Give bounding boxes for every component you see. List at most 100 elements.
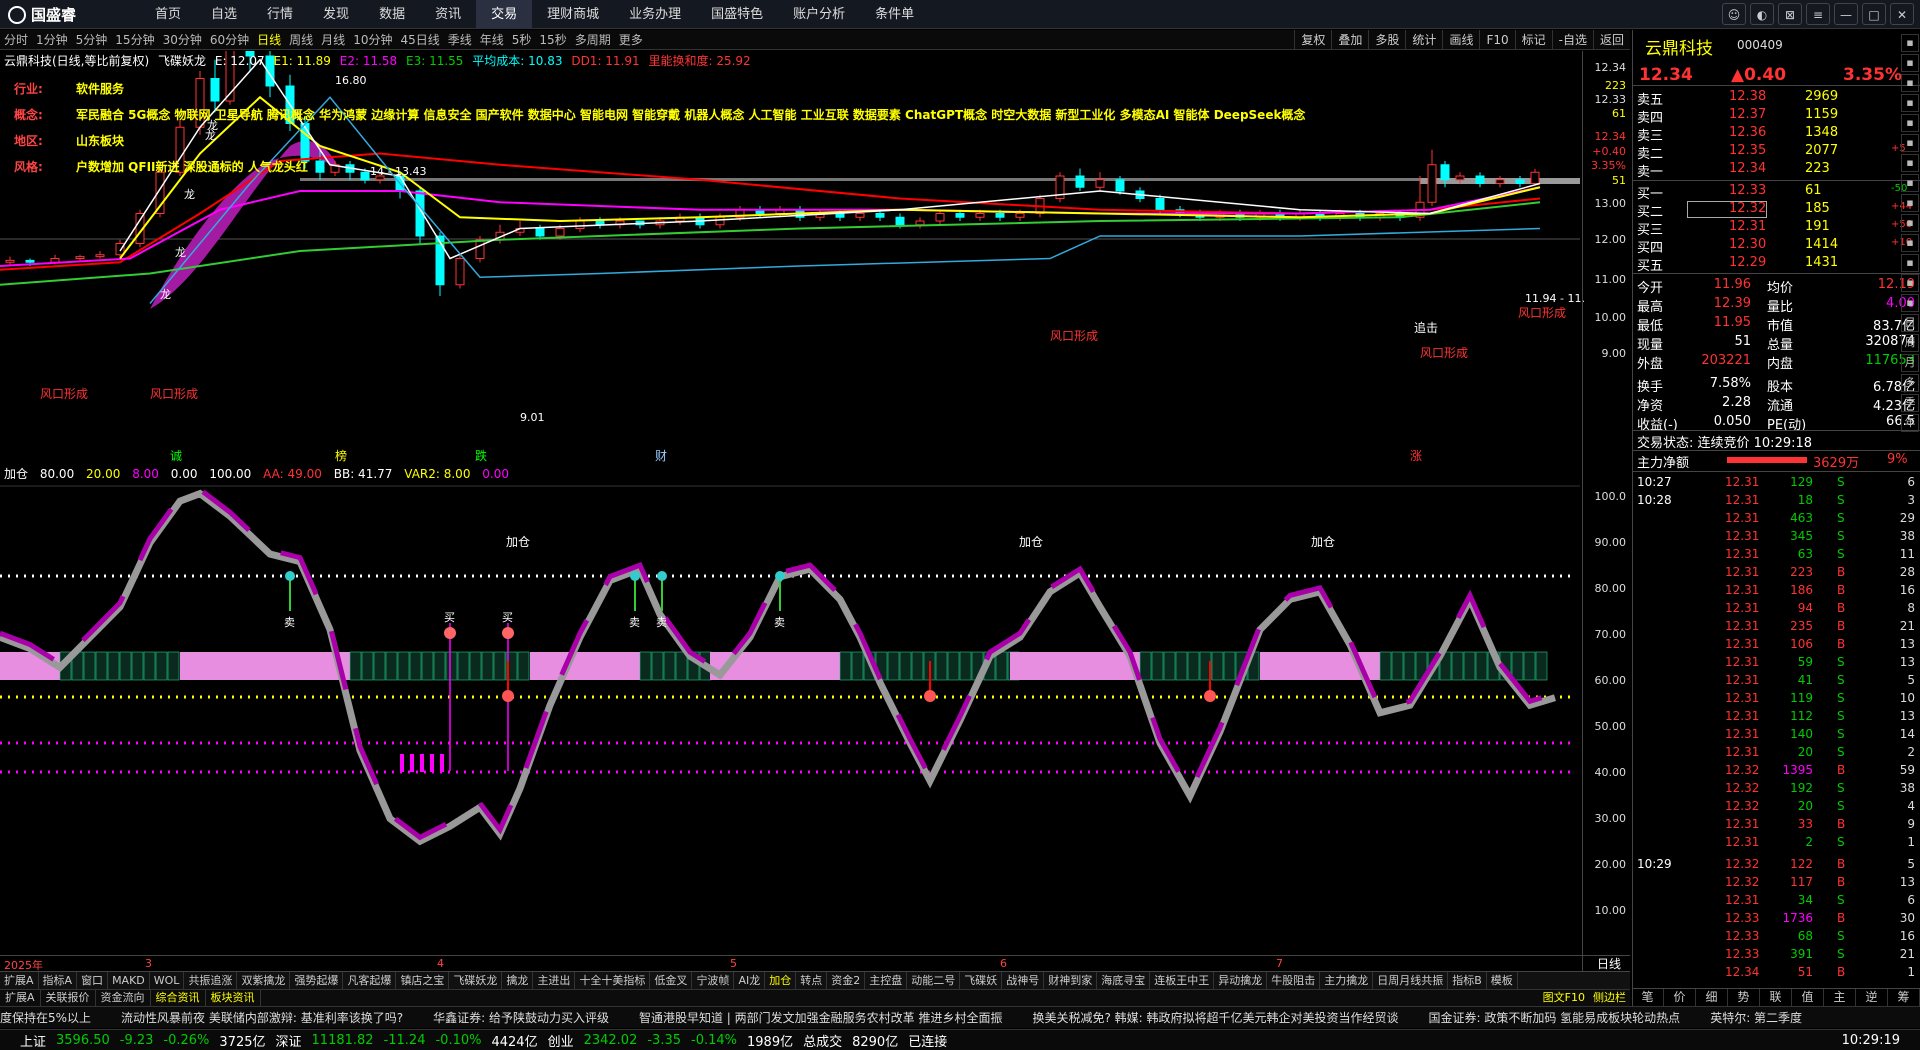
- indicator-tab[interactable]: WOL: [150, 972, 185, 989]
- indicator-tab[interactable]: 凡客起爆: [343, 972, 397, 989]
- menu-item[interactable]: 业务办理: [614, 0, 696, 29]
- close-icon[interactable]: ✕: [1890, 3, 1914, 25]
- order-book-row[interactable]: 卖三 12.36 1348: [1633, 124, 1920, 144]
- grid-icon[interactable]: ▪: [1901, 74, 1919, 92]
- panel-tab[interactable]: 笔: [1632, 989, 1664, 1006]
- period-button[interactable]: 1分钟: [32, 31, 72, 48]
- indicator-tab[interactable]: 共振追涨: [184, 972, 238, 989]
- indicator-tab[interactable]: 牛股阻击: [1267, 972, 1321, 989]
- menu-icon[interactable]: ≡: [1806, 3, 1830, 25]
- eye-icon[interactable]: ▪: [1901, 214, 1919, 232]
- info-tab[interactable]: 综合资讯: [151, 990, 206, 1006]
- indicator-tab[interactable]: 日周月线共振: [1373, 972, 1449, 989]
- news-item[interactable]: 智通港股早知道 | 两部门发文加强金融服务农村改革 推进乡村全面振: [639, 1009, 1003, 1026]
- order-book-row[interactable]: 买三 12.31 191 +56: [1633, 218, 1920, 238]
- indicator-tab[interactable]: 连板王中王: [1150, 972, 1215, 989]
- indicator-name[interactable]: 飞碟妖龙: [158, 54, 206, 68]
- info-tab[interactable]: 资金流向: [96, 990, 151, 1006]
- period-button[interactable]: 周线: [285, 31, 317, 48]
- info-tab[interactable]: 扩展A: [0, 990, 41, 1006]
- order-book-row[interactable]: 卖一 12.34 223: [1633, 160, 1920, 180]
- skin-icon[interactable]: ◐: [1750, 3, 1774, 25]
- side-period-button[interactable]: 季: [1901, 394, 1919, 412]
- star-icon[interactable]: ▪: [1901, 54, 1919, 72]
- indicator-tab[interactable]: 财神到家: [1044, 972, 1098, 989]
- vol-icon[interactable]: ▪: [1901, 294, 1919, 312]
- bottom-right-tab[interactable]: 图文F10: [1539, 990, 1589, 1006]
- indicator-tab[interactable]: 海底寻宝: [1097, 972, 1151, 989]
- menu-item[interactable]: 账户分析: [778, 0, 860, 29]
- news-item[interactable]: 英特尔: 第二季度: [1710, 1009, 1802, 1026]
- user-icon[interactable]: ▪: [1901, 174, 1919, 192]
- bell-icon[interactable]: ▪: [1901, 154, 1919, 172]
- indicator-tab[interactable]: 转点: [796, 972, 828, 989]
- period-button[interactable]: 月线: [317, 31, 349, 48]
- news-item[interactable]: 国金证券: 政策不断加码 氢能易成板块轮动热点: [1429, 1009, 1681, 1026]
- period-button[interactable]: 5分钟: [72, 31, 112, 48]
- indicator-tab[interactable]: 资金2: [827, 972, 866, 989]
- period-button[interactable]: 45日线: [396, 31, 443, 48]
- rsi-icon[interactable]: ▪: [1901, 274, 1919, 292]
- period-button[interactable]: 15秒: [535, 31, 570, 48]
- indicator-tab[interactable]: 双紫擒龙: [237, 972, 291, 989]
- period-button[interactable]: 5秒: [508, 31, 536, 48]
- panel-tab[interactable]: 逆: [1856, 989, 1888, 1006]
- indicator-tab[interactable]: 模板: [1487, 972, 1518, 989]
- indicator-tab[interactable]: 主进出: [533, 972, 576, 989]
- indicator-tab[interactable]: AI龙: [734, 972, 766, 989]
- side-period-button[interactable]: 年: [1901, 414, 1919, 432]
- period-button[interactable]: 年线: [476, 31, 508, 48]
- indicator-tab[interactable]: 强势起爆: [290, 972, 344, 989]
- order-book-row[interactable]: 卖四 12.37 1159: [1633, 106, 1920, 126]
- lock-icon[interactable]: ⊠: [1778, 3, 1802, 25]
- indicator-tab[interactable]: 飞碟妖龙: [449, 972, 503, 989]
- side-period-button[interactable]: 日: [1901, 314, 1919, 332]
- menu-item[interactable]: 发现: [308, 0, 364, 29]
- panel-tab[interactable]: 价: [1664, 989, 1696, 1006]
- order-book-row[interactable]: 买二 12.32 185 +44: [1633, 200, 1920, 220]
- news-item[interactable]: 华鑫证券: 给予陕鼓动力买入评级: [433, 1009, 609, 1026]
- news-ticker[interactable]: 度保持在5%以上 流动性风暴前夜 美联储内部激辩: 基准利率该换了吗? 华鑫证券: …: [0, 1006, 1920, 1028]
- menu-item[interactable]: 交易: [476, 0, 533, 29]
- indicator-chart[interactable]: 加仓 加仓 加仓买 买 卖 卖 卖 卖: [0, 466, 1580, 956]
- period-button[interactable]: 季线: [444, 31, 476, 48]
- toolbar-button[interactable]: 复权: [1294, 30, 1331, 50]
- indicator-tab[interactable]: 异动擒龙: [1214, 972, 1268, 989]
- ddx-icon[interactable]: ▪: [1901, 234, 1919, 252]
- toolbar-button[interactable]: 叠加: [1331, 30, 1368, 50]
- indicator-tab[interactable]: 战神号: [1002, 972, 1045, 989]
- doc-icon[interactable]: ▪: [1901, 114, 1919, 132]
- indicator-tab[interactable]: 擒龙: [502, 972, 534, 989]
- period-button[interactable]: 分时: [0, 31, 32, 48]
- chart-icon[interactable]: ▪: [1901, 134, 1919, 152]
- menu-item[interactable]: 数据: [364, 0, 420, 29]
- indicator-tab[interactable]: 扩展A: [0, 972, 39, 989]
- menu-item[interactable]: 自选: [196, 0, 252, 29]
- indicator-tab[interactable]: 镇店之宝: [396, 972, 450, 989]
- indicator-tab[interactable]: 主控盘: [865, 972, 908, 989]
- toolbar-button[interactable]: 多股: [1368, 30, 1405, 50]
- menu-item[interactable]: 资讯: [420, 0, 476, 29]
- period-button[interactable]: 60分钟: [206, 31, 253, 48]
- news-item[interactable]: 度保持在5%以上: [0, 1009, 91, 1026]
- panel-tab[interactable]: 细: [1696, 989, 1728, 1006]
- indicator-tab[interactable]: 主力擒龙: [1320, 972, 1374, 989]
- period-button[interactable]: 30分钟: [159, 31, 206, 48]
- toolbar-button[interactable]: 画线: [1442, 30, 1479, 50]
- maximize-icon[interactable]: □: [1862, 3, 1886, 25]
- menu-item[interactable]: 行情: [252, 0, 308, 29]
- indicator-tab[interactable]: 十全十美指标: [575, 972, 651, 989]
- minimize-icon[interactable]: —: [1834, 3, 1858, 25]
- side-period-button[interactable]: 周: [1901, 334, 1919, 352]
- info-tab[interactable]: 关联报价: [41, 990, 96, 1006]
- indicator-tab[interactable]: 动能二号: [907, 972, 961, 989]
- news-item[interactable]: 换美关税减免? 韩媒: 韩政府拟将超千亿美元韩企对美投资当作经贸谈: [1032, 1009, 1398, 1026]
- menu-item[interactable]: 首页: [140, 0, 196, 29]
- news-item[interactable]: 流动性风暴前夜 美联储内部激辩: 基准利率该换了吗?: [121, 1009, 403, 1026]
- panel-tab[interactable]: 联: [1760, 989, 1792, 1006]
- indicator-tab[interactable]: 飞碟妖: [960, 972, 1003, 989]
- indicator-tab[interactable]: 宁波帧: [692, 972, 735, 989]
- period-button[interactable]: 15分钟: [111, 31, 158, 48]
- lock-icon[interactable]: ▪: [1901, 194, 1919, 212]
- period-button[interactable]: 10分钟: [349, 31, 396, 48]
